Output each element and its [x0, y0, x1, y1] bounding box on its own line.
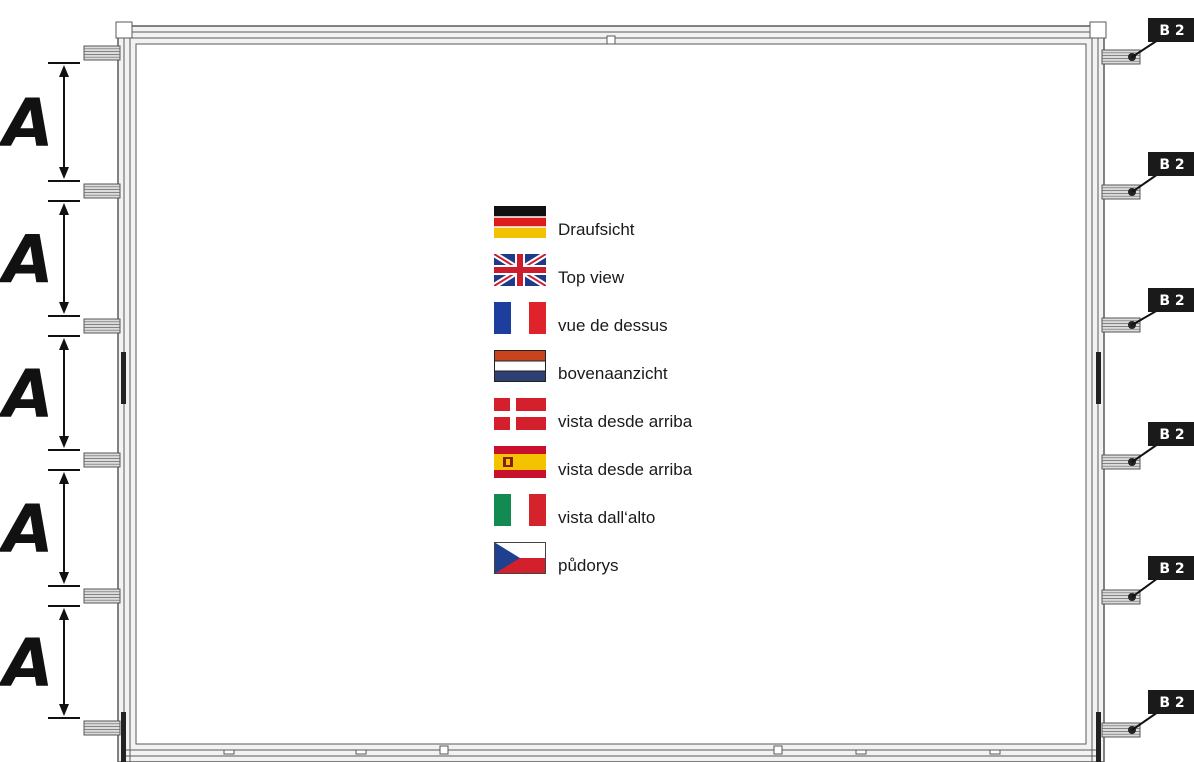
- b2-label: B 2: [1159, 293, 1184, 309]
- dimension-arrow: A: [0, 62, 80, 182]
- spain-flag-icon: [494, 446, 546, 478]
- dimension-label: A: [0, 85, 54, 162]
- uk-flag-icon: [494, 254, 546, 286]
- left-anchor-stubs: [83, 45, 121, 736]
- czech-flag-icon: [494, 542, 546, 574]
- b2-label: B 2: [1159, 157, 1184, 173]
- dimension-arrow: A: [0, 605, 80, 719]
- legend-row-spanish: vista desde arriba: [494, 446, 754, 486]
- b2-connector: B 2: [1101, 288, 1194, 333]
- legend-row-english: Top view: [494, 254, 754, 294]
- b2-label: B 2: [1159, 23, 1184, 39]
- b2-connector: B 2: [1101, 422, 1194, 470]
- dimension-label: A: [0, 491, 54, 568]
- legend-row-dutch: bovenaanzicht: [494, 350, 754, 390]
- dimension-arrow: A: [0, 335, 80, 451]
- legend-row-italian: vista dall‘alto: [494, 494, 754, 534]
- dimension-label: A: [0, 625, 54, 702]
- legend-row-danish: vista desde arriba: [494, 398, 754, 438]
- b2-connector: B 2: [1101, 556, 1194, 605]
- b2-connectors: B 2 B 2 B 2 B 2 B 2 B 2: [1101, 18, 1194, 738]
- left-stub: [83, 452, 121, 468]
- left-stub: [83, 183, 121, 199]
- frame: [115, 21, 1107, 762]
- denmark-flag-icon: [494, 398, 546, 430]
- italy-flag-icon: [494, 494, 546, 526]
- left-stub: [83, 318, 121, 334]
- b2-connector: B 2: [1101, 152, 1194, 200]
- b2-label: B 2: [1159, 427, 1184, 443]
- left-stub: [83, 588, 121, 604]
- germany-flag-icon: [494, 206, 546, 238]
- dimension-label: A: [0, 222, 54, 299]
- left-stub: [83, 720, 121, 736]
- legend-row-french: vue de dessus: [494, 302, 754, 342]
- b2-connector: B 2: [1101, 690, 1194, 738]
- legend-label: vista dall‘alto: [558, 508, 656, 527]
- legend-label: Draufsicht: [558, 220, 635, 239]
- legend-label: půdorys: [558, 556, 619, 575]
- legend-row-german: Draufsicht: [494, 206, 754, 246]
- b2-label: B 2: [1159, 561, 1184, 577]
- netherlands-flag-icon: [494, 350, 546, 382]
- legend-row-czech: půdorys: [494, 542, 754, 582]
- b2-connector: B 2: [1101, 18, 1194, 65]
- france-flag-icon: [494, 302, 546, 334]
- left-stub: [83, 45, 121, 61]
- frame-inner: [135, 43, 1087, 745]
- legend-label: Top view: [558, 268, 625, 287]
- dimension-markers: AAAAA: [0, 62, 80, 719]
- legend-label: vue de dessus: [558, 316, 668, 335]
- legend-label: vista desde arriba: [558, 460, 693, 479]
- dimension-arrow: A: [0, 200, 80, 317]
- legend-label: vista desde arriba: [558, 412, 693, 431]
- b2-label: B 2: [1159, 695, 1184, 711]
- legend-label: bovenaanzicht: [558, 364, 668, 383]
- dimension-label: A: [0, 356, 54, 433]
- dimension-arrow: A: [0, 469, 80, 587]
